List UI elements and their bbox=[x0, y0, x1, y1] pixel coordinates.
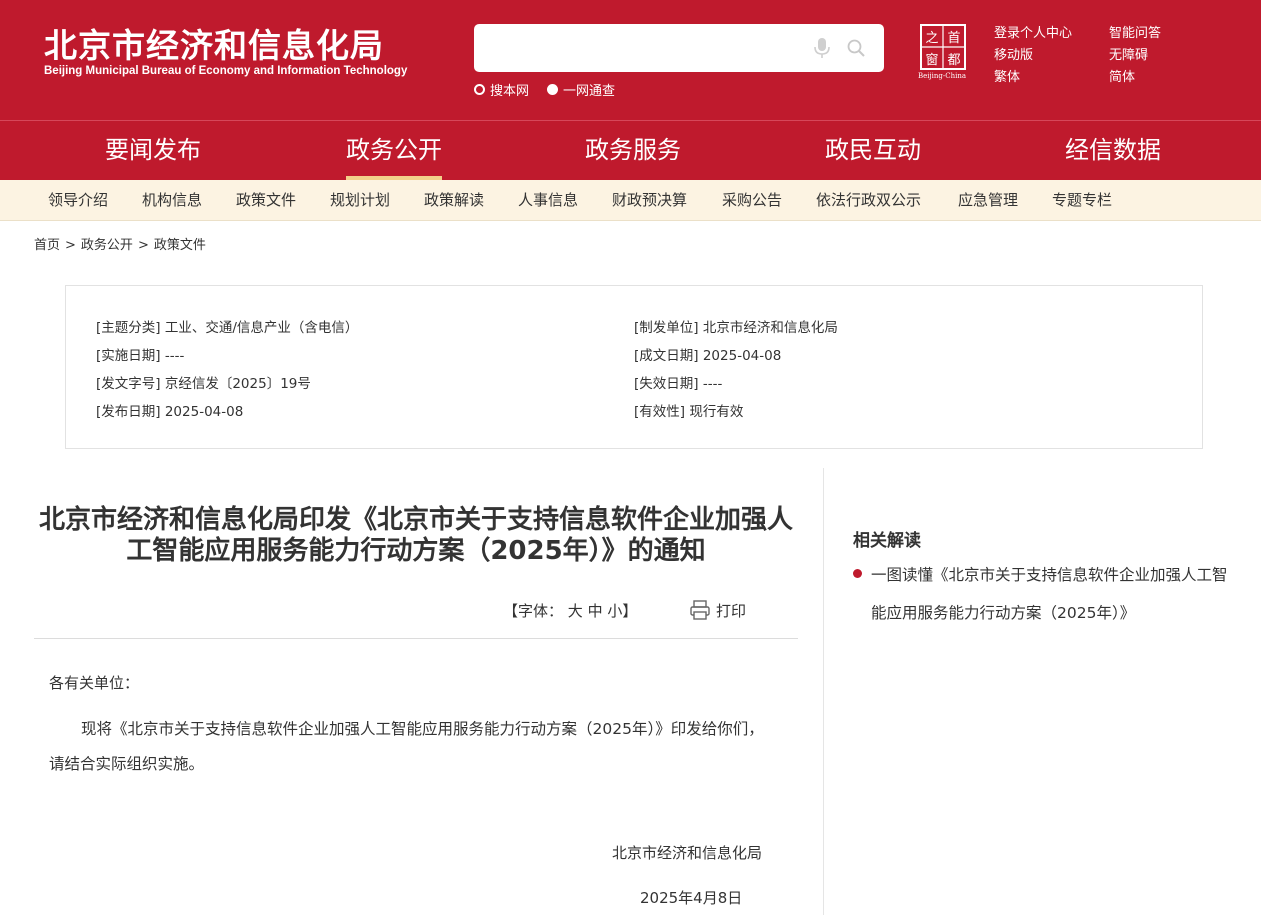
meta-effective-date: [实施日期] ---- bbox=[96, 344, 184, 364]
meta-value: 工业、交通/信息产业（含电信） bbox=[164, 320, 359, 336]
sub-nav-item[interactable]: 政策文件 bbox=[236, 180, 296, 220]
logo-char: 窗 bbox=[925, 52, 938, 68]
breadcrumb-separator: > bbox=[65, 238, 76, 253]
meta-value: 北京市经济和信息化局 bbox=[702, 320, 838, 336]
meta-label: [有效性] bbox=[634, 404, 686, 420]
login-link[interactable]: 登录个人中心 bbox=[994, 22, 1072, 41]
site-header: 北京市经济和信息化局 Beijing Municipal Bureau of E… bbox=[0, 0, 1261, 120]
meta-value: 2025-04-08 bbox=[164, 404, 244, 420]
breadcrumb-home[interactable]: 首页 bbox=[34, 238, 60, 253]
meta-topic: [主题分类] 工业、交通/信息产业（含电信） bbox=[96, 316, 358, 336]
signature: 北京市经济和信息化局 bbox=[612, 844, 763, 862]
meta-value: ---- bbox=[164, 348, 185, 364]
radio-unselected-icon bbox=[547, 83, 558, 95]
logo-caption: Beijing-China bbox=[917, 72, 967, 80]
meta-label: [发文字号] bbox=[96, 376, 161, 392]
breadcrumb: 首页 > 政务公开 > 政策文件 bbox=[34, 234, 206, 253]
salutation: 各有关单位： bbox=[49, 674, 140, 692]
font-label-close: 】 bbox=[622, 602, 638, 620]
meta-label: [主题分类] bbox=[96, 320, 161, 336]
font-size-small[interactable]: 小 bbox=[607, 602, 622, 620]
signature-date: 2025年4月8日 bbox=[640, 889, 743, 907]
bullet-icon bbox=[853, 569, 862, 578]
breadcrumb-separator: > bbox=[137, 238, 149, 253]
breadcrumb-gov-affairs[interactable]: 政务公开 bbox=[81, 238, 133, 253]
title-divider bbox=[34, 638, 798, 639]
sub-nav-item[interactable]: 财政预决算 bbox=[612, 180, 687, 220]
smart-qa-link[interactable]: 智能问答 bbox=[1109, 22, 1161, 41]
breadcrumb-policy-docs[interactable]: 政策文件 bbox=[154, 238, 206, 253]
scope-option-all[interactable]: 一网通查 bbox=[547, 80, 616, 99]
nav-item-services[interactable]: 政务服务 bbox=[585, 121, 681, 180]
meta-issuer: [制发单位] 北京市经济和信息化局 bbox=[634, 316, 838, 336]
sub-nav-item[interactable]: 采购公告 bbox=[722, 180, 782, 220]
sub-nav-item[interactable]: 人事信息 bbox=[518, 180, 578, 220]
sub-nav-item[interactable]: 政策解读 bbox=[424, 180, 484, 220]
meta-label: [实施日期] bbox=[96, 348, 161, 364]
site-subtitle: Beijing Municipal Bureau of Economy and … bbox=[44, 65, 408, 77]
related-interpretation-title: 相关解读 bbox=[853, 531, 921, 551]
meta-publish-date: [发布日期] 2025-04-08 bbox=[96, 400, 243, 420]
print-icon[interactable] bbox=[689, 599, 711, 621]
simplified-chinese-link[interactable]: 简体 bbox=[1109, 66, 1135, 85]
meta-label: [发布日期] bbox=[96, 404, 161, 420]
sub-nav: 领导介绍 机构信息 政策文件 规划计划 政策解读 人事信息 财政预决算 采购公告… bbox=[0, 180, 1261, 221]
logo-char: 首 bbox=[947, 31, 960, 46]
meta-value: 现行有效 bbox=[689, 404, 744, 420]
microphone-icon[interactable] bbox=[813, 37, 831, 59]
scope-label: 搜本网 bbox=[490, 83, 530, 99]
scope-option-site[interactable]: 搜本网 bbox=[474, 80, 530, 99]
meta-doc-number: [发文字号] 京经信发〔2025〕19号 bbox=[96, 372, 311, 392]
nav-item-news[interactable]: 要闻发布 bbox=[105, 121, 201, 180]
logo-char: 之 bbox=[925, 31, 938, 46]
sub-nav-item[interactable]: 规划计划 bbox=[330, 180, 390, 220]
mobile-version-link[interactable]: 移动版 bbox=[994, 44, 1033, 63]
meta-value: ---- bbox=[702, 376, 723, 392]
meta-label: [成文日期] bbox=[634, 348, 699, 364]
accessibility-link[interactable]: 无障碍 bbox=[1109, 44, 1148, 63]
site-title[interactable]: 北京市经济和信息化局 bbox=[44, 19, 384, 67]
font-size-control: 【字体： 大 中 小】 bbox=[503, 600, 637, 621]
traditional-chinese-link[interactable]: 繁体 bbox=[994, 66, 1020, 85]
meta-label: [制发单位] bbox=[634, 320, 699, 336]
document-meta-box bbox=[65, 285, 1203, 449]
article-title: 北京市经济和信息化局印发《北京市关于支持信息软件企业加强人工智能应用服务能力行动… bbox=[38, 505, 793, 566]
meta-validity: [有效性] 现行有效 bbox=[634, 400, 743, 420]
meta-label: [失效日期] bbox=[634, 376, 699, 392]
radio-selected-icon bbox=[474, 83, 485, 95]
column-divider bbox=[823, 468, 824, 915]
sub-nav-item[interactable]: 领导介绍 bbox=[48, 180, 108, 220]
scope-label: 一网通查 bbox=[563, 83, 616, 99]
meta-value: 2025-04-08 bbox=[702, 348, 782, 364]
search-icon[interactable] bbox=[846, 38, 866, 58]
meta-value: 京经信发〔2025〕19号 bbox=[164, 376, 311, 392]
logo-char: 都 bbox=[947, 53, 960, 68]
print-button[interactable]: 打印 bbox=[716, 600, 746, 621]
meta-expiry-date: [失效日期] ---- bbox=[634, 372, 722, 392]
font-size-medium[interactable]: 中 bbox=[588, 602, 603, 620]
related-interpretation-link[interactable]: 一图读懂《北京市关于支持信息软件企业加强人工智能应用服务能力行动方案（2025年… bbox=[871, 556, 1236, 632]
main-nav: 要闻发布 政务公开 政务服务 政民互动 经信数据 bbox=[0, 120, 1261, 180]
sub-nav-item[interactable]: 依法行政双公示 bbox=[816, 180, 921, 220]
search-input[interactable] bbox=[484, 32, 804, 64]
sub-nav-item[interactable]: 专题专栏 bbox=[1052, 180, 1112, 220]
meta-written-date: [成文日期] 2025-04-08 bbox=[634, 344, 781, 364]
nav-item-data[interactable]: 经信数据 bbox=[1065, 121, 1161, 180]
font-size-large[interactable]: 大 bbox=[568, 602, 583, 620]
sub-nav-item[interactable]: 机构信息 bbox=[142, 180, 202, 220]
sub-nav-item[interactable]: 应急管理 bbox=[958, 180, 1018, 220]
nav-item-interaction[interactable]: 政民互动 bbox=[825, 121, 921, 180]
nav-item-gov-affairs[interactable]: 政务公开 bbox=[346, 121, 442, 180]
article-body: 现将《北京市关于支持信息软件企业加强人工智能应用服务能力行动方案（2025年）》… bbox=[49, 720, 764, 773]
font-label-open: 【字体： bbox=[503, 602, 564, 620]
